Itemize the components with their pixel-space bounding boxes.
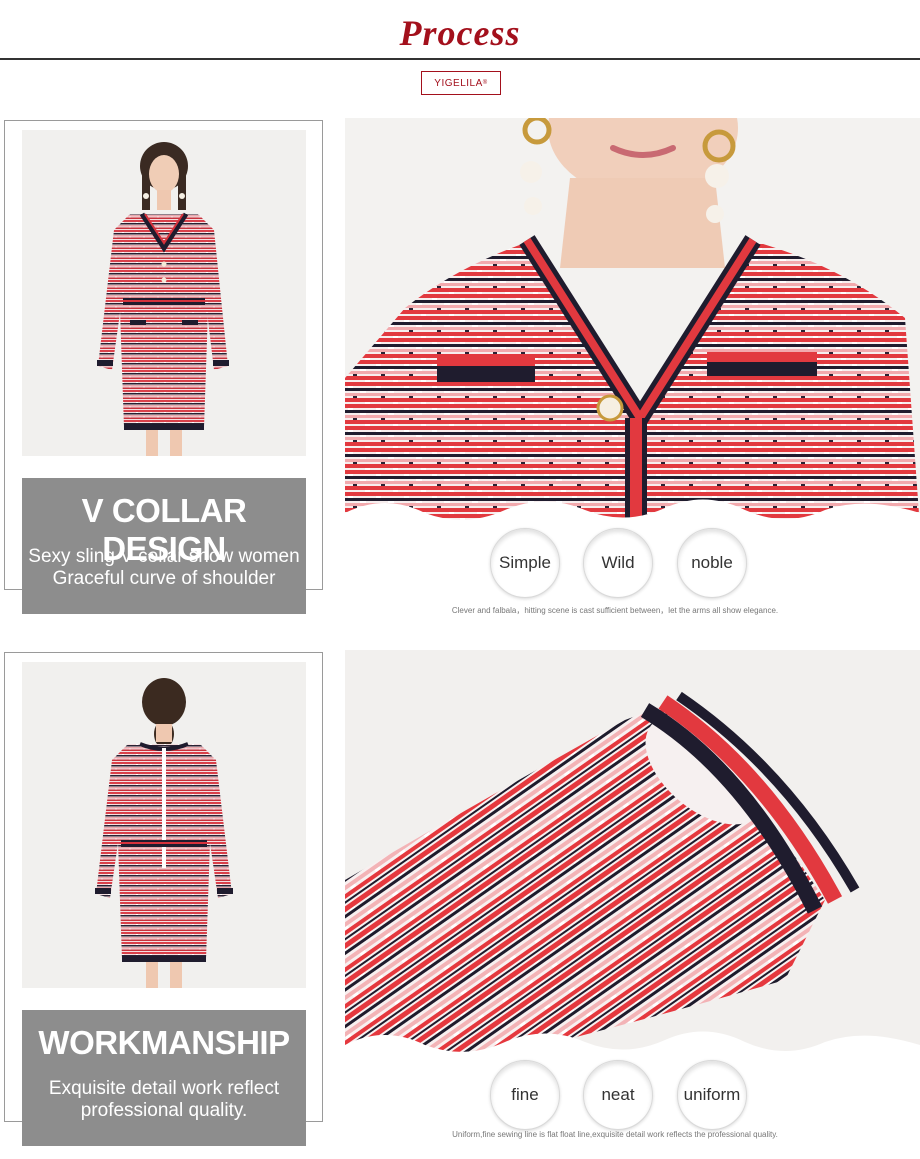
feature-badges: fine neat uniform <box>490 1060 780 1130</box>
brand-name: YIGELILA <box>434 77 483 89</box>
caption-line: Sexy sling V collar show women <box>28 546 300 567</box>
badge-noble: noble <box>677 528 747 598</box>
caption-description: Sexy sling V collar show women Graceful … <box>22 546 306 590</box>
feature-note: Clever and falbala，hitting scene is cast… <box>451 606 779 615</box>
caption-title: WORKMANSHIP <box>38 1024 290 1061</box>
page-title: Process <box>399 13 521 53</box>
caption-line: Graceful curve of shoulder <box>52 568 276 589</box>
feature-section-v-collar: V COLLAR DESIGN Sexy sling V collar show… <box>0 118 920 618</box>
feature-section-workmanship: WORKMANSHIP Exquisite detail work reflec… <box>0 650 920 1150</box>
badge-uniform: uniform <box>677 1060 747 1130</box>
sleeve-cuff-detail-photo <box>345 650 920 1060</box>
brand-logo: YIGELILA ® <box>421 71 501 95</box>
feature-caption: WORKMANSHIP Exquisite detail work reflec… <box>22 1010 306 1146</box>
badge-fine: fine <box>490 1060 560 1130</box>
badge-wild: Wild <box>583 528 653 598</box>
feature-badges: Simple Wild noble <box>490 528 780 598</box>
registered-mark: ® <box>482 80 488 86</box>
caption-description: Exquisite detail work reflect profession… <box>22 1078 306 1122</box>
caption-line: professional quality. <box>80 1100 248 1121</box>
badge-neat: neat <box>583 1060 653 1130</box>
header-divider <box>0 58 920 60</box>
model-front-photo <box>22 130 306 456</box>
badge-simple: Simple <box>490 528 560 598</box>
v-collar-detail-photo <box>345 118 920 528</box>
feature-note: Uniform,fine sewing line is flat float l… <box>452 1130 778 1139</box>
caption-line: Exquisite detail work reflect <box>48 1078 280 1099</box>
feature-caption: V COLLAR DESIGN Sexy sling V collar show… <box>22 478 306 614</box>
model-back-photo <box>22 662 306 988</box>
